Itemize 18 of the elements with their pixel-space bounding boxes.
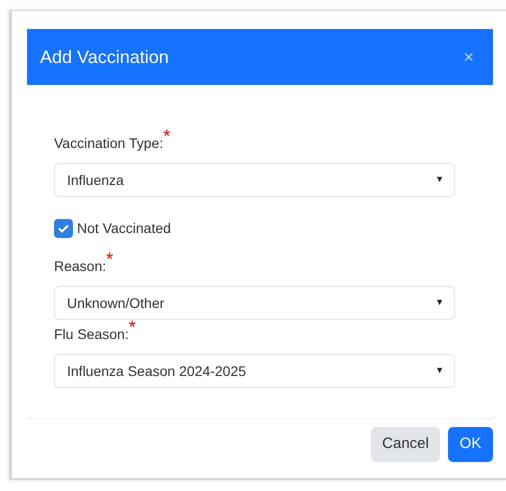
required-mark: * <box>106 252 114 266</box>
field-label: Flu Season: <box>54 325 129 344</box>
caret-icon: ▼ <box>435 296 444 310</box>
required-mark: * <box>163 129 170 143</box>
caret-icon: ▼ <box>435 173 444 187</box>
select-field[interactable]: Influenza ▼ <box>54 163 455 197</box>
select-field[interactable]: Unknown/Other ▼ <box>54 286 455 320</box>
field-label: Vaccination Type: <box>54 134 164 153</box>
caret-icon: ▼ <box>435 364 444 378</box>
ok-button[interactable]: OK <box>448 427 493 462</box>
cancel-button[interactable]: Cancel <box>371 427 440 462</box>
dialog-title: Add Vaccination <box>40 46 169 68</box>
not-vaccinated-checkbox[interactable]: Not Vaccinated <box>54 218 171 239</box>
required-mark: * <box>128 320 136 334</box>
checkbox[interactable] <box>54 219 73 238</box>
field-label: Reason: <box>54 257 106 276</box>
checkmark-icon <box>58 224 69 233</box>
select-field[interactable]: Influenza Season 2024-2025 ▼ <box>54 354 455 388</box>
